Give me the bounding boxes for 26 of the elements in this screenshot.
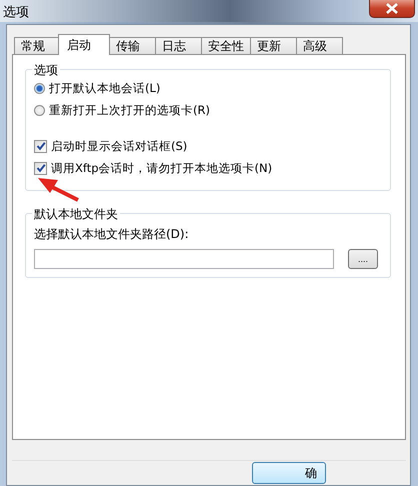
- group-title: 默认本地文件夹: [32, 206, 120, 223]
- arrow-annotation: [38, 178, 79, 202]
- option-label: 启动时显示会话对话框(S): [51, 138, 188, 154]
- tab[interactable]: 日志: [155, 37, 202, 55]
- tab[interactable]: 启动: [58, 34, 110, 55]
- check-icon: [36, 163, 46, 173]
- option-label: 打开默认本地会话(L): [49, 80, 160, 96]
- checkbox[interactable]: [34, 140, 47, 152]
- close-button[interactable]: [369, 0, 415, 18]
- option-label: 重新打开上次打开的选项卡(R): [49, 102, 210, 118]
- option-label: 调用Xftp会话时，请勿打开本地选项卡(N): [51, 160, 272, 176]
- radio-button[interactable]: [34, 104, 45, 116]
- tab[interactable]: 安全性: [201, 37, 251, 55]
- field-label: 选择默认本地文件夹路径(D):: [34, 226, 190, 243]
- tab[interactable]: 高级: [296, 37, 343, 55]
- radio-button[interactable]: [34, 82, 45, 94]
- checkbox[interactable]: [34, 162, 47, 174]
- window-title: 选项: [3, 4, 29, 21]
- browse-button[interactable]: ....: [348, 249, 378, 269]
- group-title: 选项: [32, 62, 60, 79]
- ok-button[interactable]: 确: [252, 462, 326, 484]
- tab[interactable]: 传输: [109, 37, 156, 55]
- check-icon: [36, 141, 46, 151]
- close-icon: [386, 2, 398, 14]
- path-input-field[interactable]: [34, 249, 334, 269]
- tab[interactable]: 更新: [250, 37, 297, 55]
